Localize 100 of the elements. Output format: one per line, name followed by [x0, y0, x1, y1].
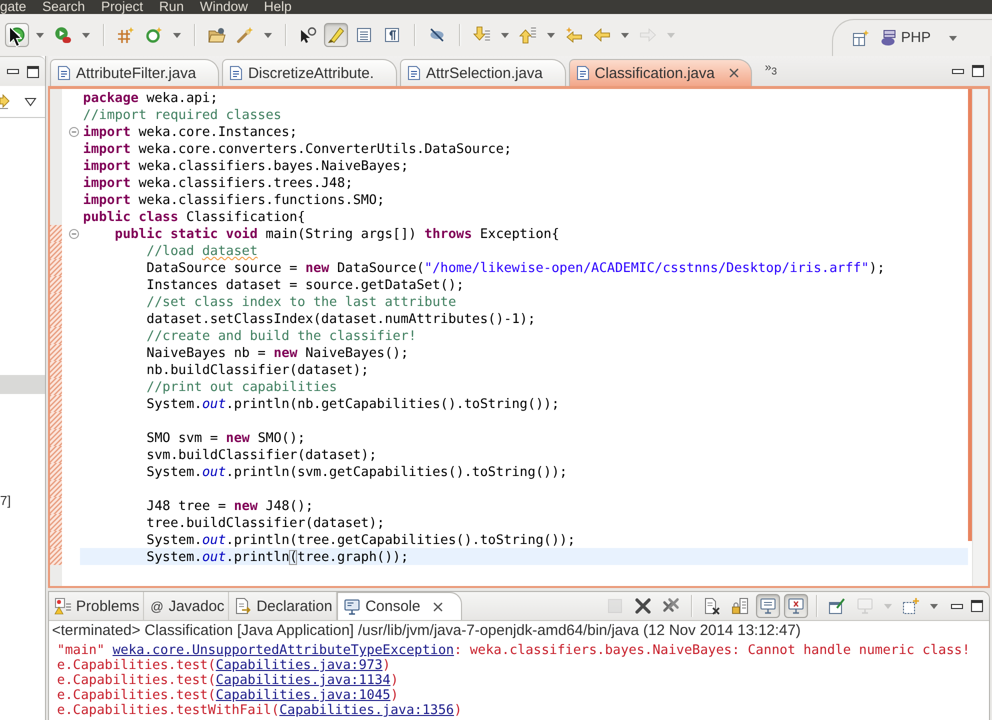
collapse-icon[interactable] [69, 126, 79, 136]
minimize-icon[interactable] [952, 68, 964, 74]
panel-tab[interactable]: Console [337, 592, 462, 620]
code-line: import weka.classifiers.trees.J48; [83, 175, 353, 192]
code-line: import weka.classifiers.functions.SMO; [83, 192, 385, 209]
code-line: //import required classes [83, 107, 282, 124]
window-pin-icon [829, 598, 845, 614]
arrow-right-icon[interactable] [0, 94, 9, 108]
cross-icon [635, 598, 651, 614]
stack-icon [881, 30, 897, 46]
document-cross-icon [704, 598, 720, 614]
arrow-up-icon [520, 27, 536, 43]
code-line: import weka.core.Instances; [83, 124, 298, 141]
menu-item[interactable]: gate [0, 0, 26, 14]
menu-item[interactable]: Run [159, 0, 184, 14]
stack-trace-link[interactable]: Capabilities.java:1356 [279, 703, 454, 718]
code-line: import weka.classifiers.bayes.NaiveBayes; [83, 158, 409, 175]
code-line: //set class index to the last attribute [146, 294, 456, 311]
code-line: NaiveBayes nb = new NaiveBayes(); [146, 345, 409, 362]
code-line: nb.buildClassifier(dataset); [146, 362, 369, 379]
file-icon [576, 66, 589, 80]
stack-trace-link[interactable]: weka.core.UnsupportedAttributeTypeException [112, 643, 454, 658]
square-icon [607, 598, 623, 614]
collapse-icon[interactable] [69, 228, 79, 238]
editor-tab[interactable]: DiscretizeAttribute. [222, 59, 397, 86]
window-plus-icon [903, 598, 919, 614]
code-line: //load dataset [146, 243, 258, 260]
code-line: DataSource source = new DataSource("/home/likewise-open/ACADEMIC/csstnns/Desktop/iris.arff"); [146, 260, 885, 277]
close-icon[interactable] [433, 602, 444, 612]
minimize-icon[interactable] [7, 69, 19, 74]
minimize-icon[interactable] [951, 604, 963, 608]
code-line: J48 tree = new J48(); [146, 498, 314, 515]
panel-tab[interactable]: @ Javadoc [144, 592, 230, 620]
cursor-circle-icon [300, 27, 316, 43]
console-line: e.Capabilities.test(Capabilities.java:1134) [56, 673, 398, 688]
code-line: //print out capabilities [146, 379, 338, 396]
code-line: tree.buildClassifier(dataset); [146, 515, 385, 532]
code-line: System.out.println(tree.graph()); [146, 549, 409, 566]
document-lines-icon [356, 27, 372, 43]
menu-item[interactable]: Project [101, 0, 144, 14]
stack-trace-link[interactable]: Capabilities.java:1134 [216, 673, 390, 688]
editor-tab[interactable]: AttributeFilter.java [50, 59, 220, 86]
menu-item[interactable]: Search [42, 0, 86, 14]
ring-sparkle-icon [146, 27, 162, 43]
code-line: System.out.println(nb.getCapabilities().toString()); [146, 396, 560, 413]
arrow-down-icon [474, 27, 490, 43]
arrow-left-sparkle-icon [566, 27, 582, 43]
code-line: System.out.println(tree.getCapabilities().toString()); [146, 532, 576, 549]
code-line: public static void main(String args[]) throws Exception{ [114, 226, 560, 243]
console-line: e.Capabilities.test(Capabilities.java:1045) [56, 688, 398, 703]
code-line: svm.buildClassifier(dataset); [146, 447, 377, 464]
code-line: dataset.setClassIndex(dataset.numAttributes()-1); [146, 311, 536, 328]
code-line: Instances dataset = source.getDataSet(); [146, 277, 464, 294]
highlighter-icon [328, 27, 344, 43]
caret-icon[interactable] [25, 98, 36, 106]
arrow-left-icon [594, 27, 610, 43]
code-line: //create and build the classifier! [146, 328, 416, 345]
monitor-icon [344, 598, 360, 614]
play-stop-icon [55, 27, 71, 43]
monitor-icon [857, 598, 873, 614]
window-sparkle-icon [853, 30, 869, 46]
menu-item[interactable]: Window [200, 0, 248, 14]
maximize-icon[interactable] [972, 65, 984, 77]
menu-item[interactable]: Help [264, 0, 292, 14]
maximize-icon[interactable] [27, 66, 39, 78]
panel-tab[interactable]: Problems [49, 592, 144, 620]
code-line: System.out.println(svm.getCapabilities().toString()); [146, 464, 568, 481]
console-line: e.Capabilities.testWithFail(Capabilities.java:1356) [56, 703, 462, 718]
editor-tab[interactable]: Classification.java [568, 59, 752, 86]
file-icon [230, 66, 242, 80]
scrollbar-thumb[interactable] [968, 89, 972, 541]
arrow-right-icon [640, 27, 656, 43]
monitor-lines-icon [760, 598, 776, 614]
paragraph-icon [384, 27, 400, 43]
file-icon [58, 66, 70, 80]
monitor-cross-icon [788, 598, 804, 614]
console-header: <terminated> Classification [Java Application] /usr/lib/jvm/java-7-openjdk-amd64/bin/java (12 Nov 2014 13:12:47) [51, 621, 801, 641]
file-icon [408, 66, 420, 80]
warning-list-icon [55, 598, 71, 614]
close-icon[interactable] [728, 68, 739, 78]
document-arrow-icon [235, 598, 252, 614]
slash-icon [429, 27, 445, 43]
at-sign-icon: @ [150, 598, 164, 614]
grid-sparkle-icon [118, 27, 134, 43]
wand-icon [237, 27, 253, 43]
code-line: public class Classification{ [83, 209, 306, 226]
code-line: import weka.core.converters.ConverterUtils.DataSource; [83, 141, 512, 158]
maximize-icon[interactable] [971, 600, 983, 612]
console-line: "main" weka.core.UnsupportedAttributeTypeException: weka.classifiers.bayes.NaiveBayes: Cannot handle numeric class! [56, 643, 970, 658]
double-cross-icon [663, 598, 679, 614]
lock-document-icon [732, 598, 748, 614]
code-line: package weka.api; [83, 90, 218, 107]
perspective-button[interactable]: PHP [881, 30, 931, 46]
stack-trace-link[interactable]: Capabilities.java:1045 [216, 688, 390, 703]
mouse-pointer-icon [9, 26, 22, 47]
stack-trace-link[interactable]: Capabilities.java:973 [216, 658, 383, 673]
tree-item-label[interactable]: 7] [0, 493, 11, 508]
tab-overflow[interactable]: »$_{3}$ [764, 60, 777, 77]
console-line: e.Capabilities.test(Capabilities.java:973) [56, 658, 390, 673]
editor-tab[interactable]: AttrSelection.java [400, 59, 566, 86]
